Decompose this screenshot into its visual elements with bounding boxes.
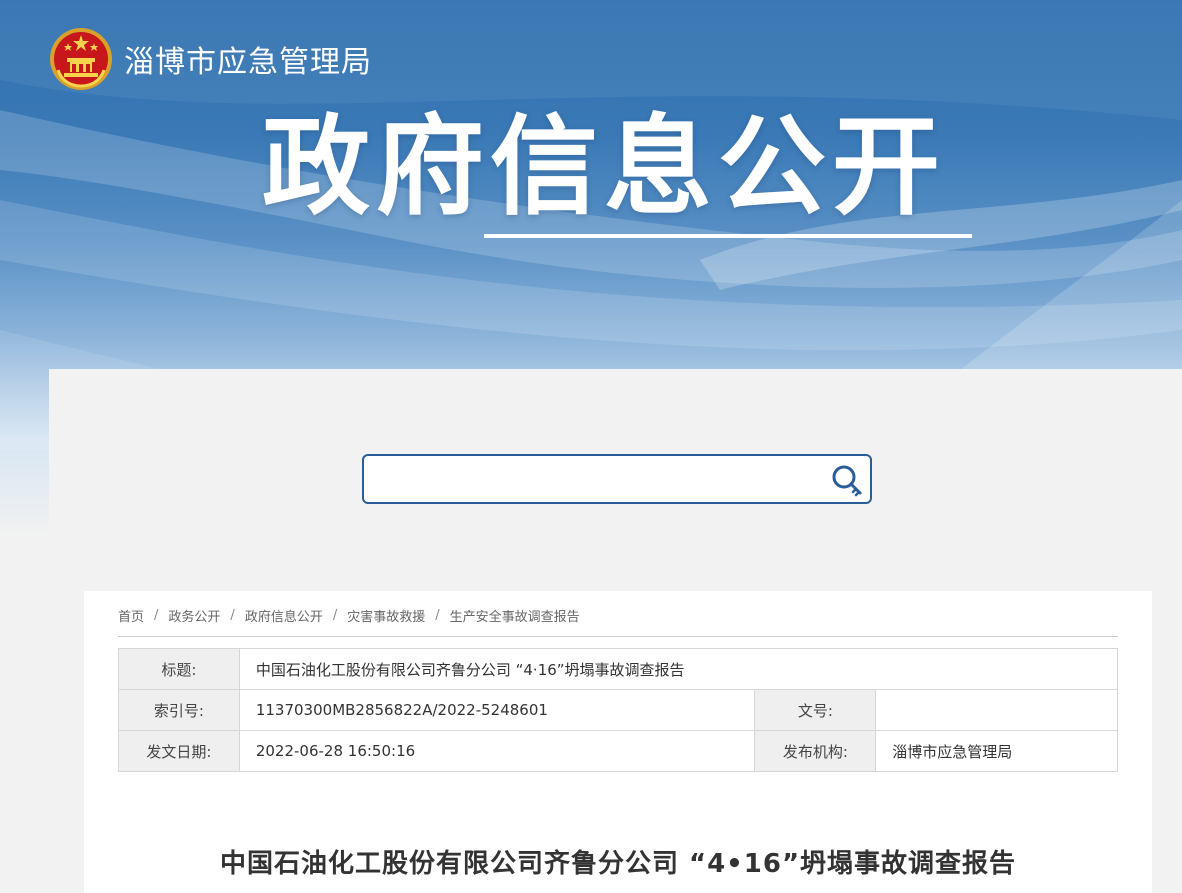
breadcrumb-disaster-rescue[interactable]: 灾害事故救援 bbox=[347, 606, 425, 625]
meta-label-index: 索引号: bbox=[118, 689, 240, 731]
meta-value-index: 11370300MB2856822A/2022-5248601 bbox=[238, 689, 756, 731]
meta-row-title: 标题: 中国石油化工股份有限公司齐鲁分公司 “4·16”坍塌事故调查报告 bbox=[118, 648, 1119, 690]
meta-value-date: 2022-06-28 16:50:16 bbox=[238, 730, 756, 772]
meta-label-docno: 文号: bbox=[754, 689, 877, 731]
search-box bbox=[362, 454, 872, 504]
meta-value-docno bbox=[875, 689, 1118, 731]
breadcrumb-divider bbox=[118, 636, 1118, 637]
search-key-icon[interactable] bbox=[830, 464, 866, 498]
meta-label-org: 发布机构: bbox=[754, 730, 877, 772]
banner-underline bbox=[484, 234, 972, 238]
document-title: 中国石油化工股份有限公司齐鲁分公司 “4•16”坍塌事故调查报告 bbox=[219, 849, 1017, 879]
breadcrumb-info-disclosure[interactable]: 政府信息公开 bbox=[245, 606, 323, 625]
meta-value-org: 淄博市应急管理局 bbox=[875, 730, 1118, 772]
breadcrumb: 首页 / 政务公开 / 政府信息公开 / 灾害事故救援 / 生产安全事故调查报告 bbox=[118, 606, 580, 625]
breadcrumb-accident-reports[interactable]: 生产安全事故调查报告 bbox=[450, 606, 580, 625]
site-name: 淄博市应急管理局 bbox=[124, 45, 372, 80]
document-meta-table: 标题: 中国石油化工股份有限公司齐鲁分公司 “4·16”坍塌事故调查报告 索引号… bbox=[118, 648, 1119, 772]
breadcrumb-home[interactable]: 首页 bbox=[118, 606, 144, 625]
national-emblem-icon bbox=[50, 28, 112, 90]
meta-label-title: 标题: bbox=[118, 648, 240, 690]
breadcrumb-government-affairs[interactable]: 政务公开 bbox=[168, 606, 220, 625]
site-logo[interactable]: 淄博市应急管理局 bbox=[48, 26, 372, 92]
meta-row-date: 发文日期: 2022-06-28 16:50:16 发布机构: 淄博市应急管理局 bbox=[118, 730, 1118, 772]
banner-title: 政府信息公开 bbox=[262, 105, 947, 230]
meta-value-title: 中国石油化工股份有限公司齐鲁分公司 “4·16”坍塌事故调查报告 bbox=[238, 648, 1119, 690]
search-input[interactable] bbox=[374, 464, 828, 496]
meta-row-index: 索引号: 11370300MB2856822A/2022-5248601 文号: bbox=[118, 689, 1118, 731]
article-container: 首页 / 政务公开 / 政府信息公开 / 灾害事故救援 / 生产安全事故调查报告… bbox=[84, 591, 1152, 893]
meta-label-date: 发文日期: bbox=[118, 730, 240, 772]
